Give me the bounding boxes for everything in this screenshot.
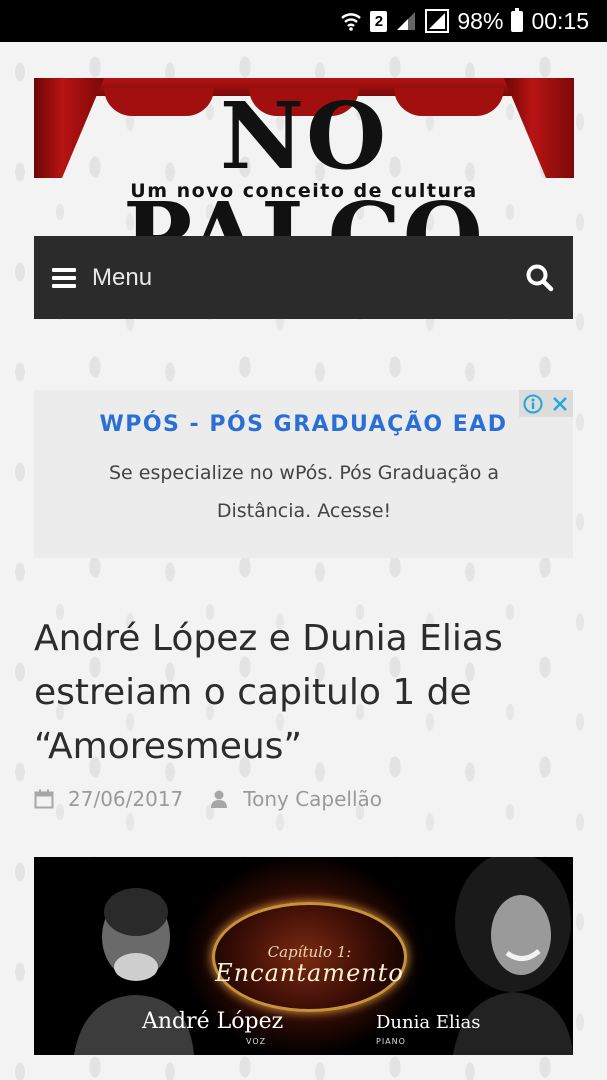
hamburger-icon [52,267,76,288]
search-icon [526,264,554,291]
menu-button[interactable]: Menu [52,264,152,292]
post-meta: 27/06/2017 Tony Capellão [34,784,382,814]
ad-banner[interactable]: WPÓS - PÓS GRADUAÇÃO EAD Se especialize … [34,390,573,558]
featured-image[interactable]: Capítulo 1: Encantamento André López VOZ… [34,857,573,1055]
post-date[interactable]: 27/06/2017 [68,787,183,811]
sim-badge: 2 [370,10,388,32]
post-title[interactable]: André López e Dunia Elias estreiam o cap… [34,612,574,774]
wifi-icon [340,10,362,32]
ad-body: Se especialize no wPós. Pós Graduação a … [108,462,500,522]
artist-right-role: PIANO [376,1037,406,1046]
signal-icon [425,9,450,33]
calendar-icon [34,789,54,809]
signal-icon [395,10,417,32]
battery-percent: 98% [457,7,504,34]
artist-left-name: André López [142,1009,284,1034]
battery-icon [511,7,524,32]
search-button[interactable] [525,263,555,293]
menu-label: Menu [92,263,153,291]
artist-right-name: Dunia Elias [376,1012,481,1033]
clock: 00:15 [531,7,589,34]
logo-tagline: Um novo conceito de cultura [130,180,478,202]
main-navigation: Menu [34,236,573,319]
status-bar: 2 98% 00:15 [0,0,607,42]
artist-left-role: VOZ [246,1037,267,1046]
ad-title[interactable]: WPÓS - PÓS GRADUAÇÃO EAD [34,412,573,437]
user-icon [211,790,228,808]
site-logo[interactable]: NO PALCO Um novo conceito de cultura [34,78,574,286]
chapter-name: Encantamento [215,959,404,987]
post-author[interactable]: Tony Capellão [243,787,382,811]
